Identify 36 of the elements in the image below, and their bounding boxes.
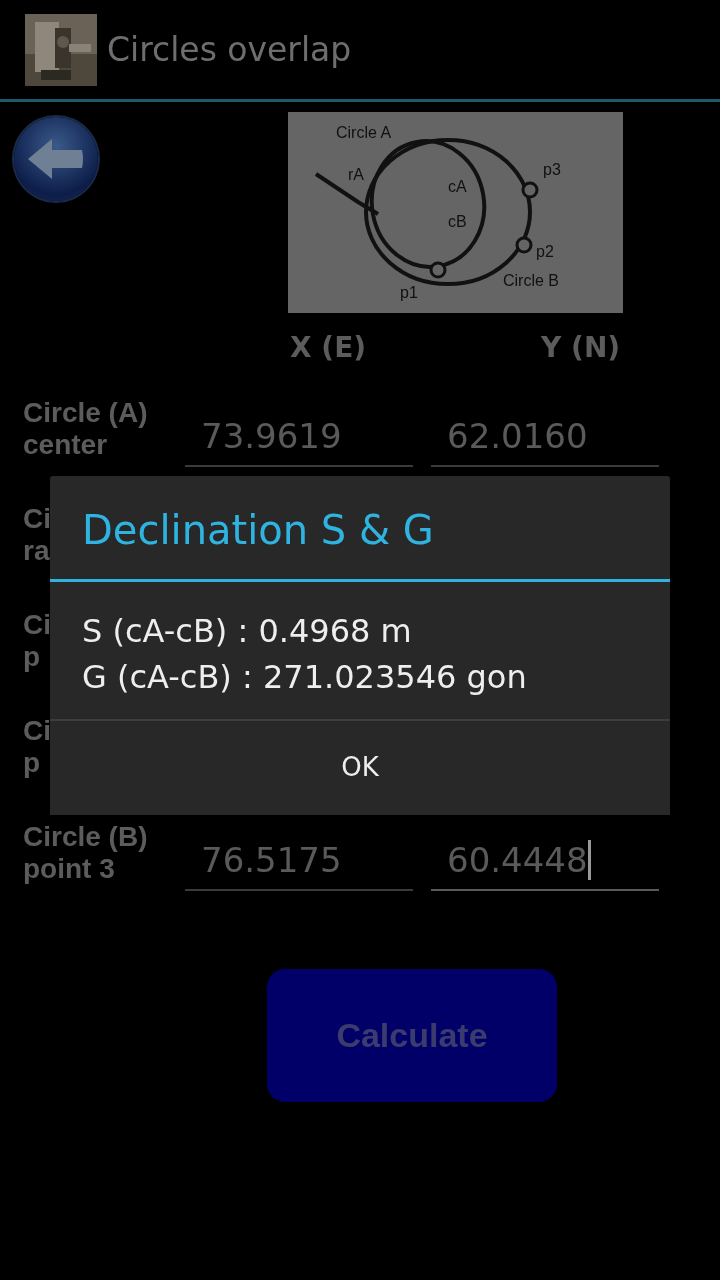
diagram-label: p1	[400, 284, 418, 301]
text-cursor	[587, 840, 591, 880]
app-title: Circles overlap	[107, 28, 352, 71]
row-label: Circle (A)	[23, 397, 148, 430]
row-label: point 3	[23, 853, 115, 886]
point-marker	[429, 261, 447, 279]
column-header: X (E)	[290, 330, 367, 366]
column-header: Y (N)	[541, 330, 621, 366]
input-field[interactable]: 62.0160	[431, 407, 659, 467]
row-label: center	[23, 429, 108, 462]
diagram-label: rA	[348, 166, 364, 183]
calculate-button[interactable]: Calculate	[267, 969, 557, 1102]
input-field[interactable]: 60.4448	[431, 831, 659, 891]
diagram-label: Circle B	[503, 272, 559, 289]
back-button[interactable]	[14, 117, 98, 201]
row-label: Ci	[23, 715, 51, 748]
diagram-label: Circle A	[336, 124, 392, 141]
back-arrow-icon	[26, 137, 86, 181]
input-field[interactable]: 76.5175	[185, 831, 413, 891]
point-marker	[515, 236, 533, 254]
diagram-label: p3	[543, 161, 561, 178]
ok-button[interactable]: OK	[50, 718, 670, 815]
row-label: Circle (B)	[23, 821, 148, 854]
row-label: Ci	[23, 503, 51, 536]
dialog-title: Declination S & G	[81, 506, 435, 555]
point-marker	[521, 181, 539, 199]
dialog-text: S (cA-cB) : 0.4968 m	[82, 611, 413, 652]
input-field[interactable]: 73.9619	[185, 407, 413, 467]
diagram-label: p2	[536, 243, 554, 260]
diagram-label: cB	[448, 213, 467, 230]
row-label: p	[23, 747, 41, 780]
row-label: ra	[23, 535, 50, 568]
diagram-label: cA	[448, 178, 467, 195]
row-label: Ci	[23, 609, 51, 642]
dialog-text: G (cA-cB) : 271.023546 gon	[82, 657, 528, 699]
row-label: p	[23, 641, 41, 674]
